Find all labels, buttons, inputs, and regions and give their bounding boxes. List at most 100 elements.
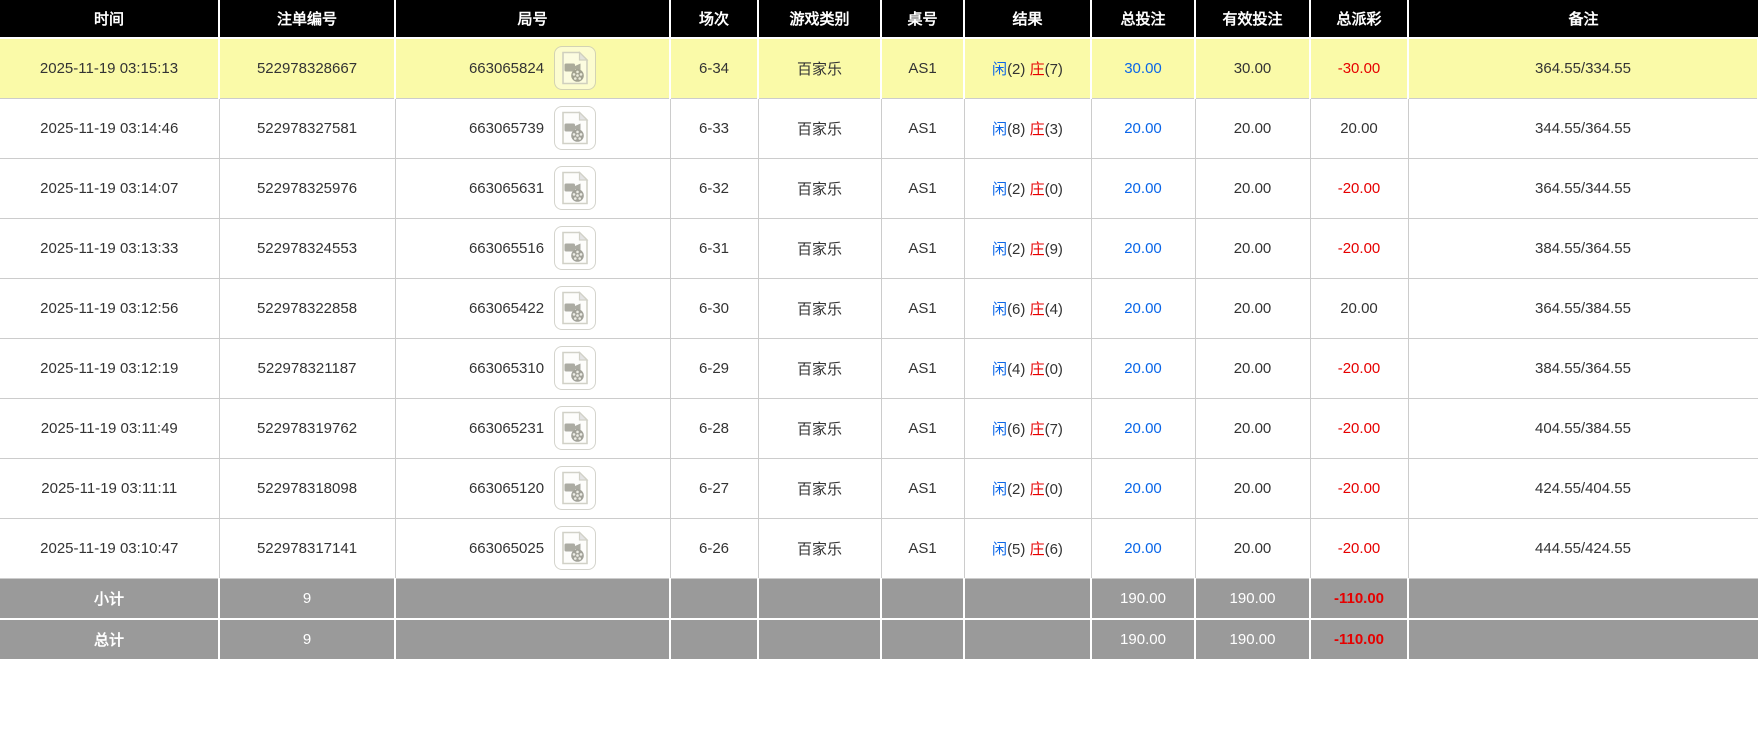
result-player-score: (6) bbox=[1007, 420, 1026, 438]
cell-round-id: 663065824 bbox=[394, 37, 671, 99]
cell-payout: -20.00 bbox=[1309, 457, 1409, 519]
cell-remark: 384.55/364.55 bbox=[1407, 217, 1758, 279]
subtotal-count: 9 bbox=[219, 578, 396, 620]
cell-round-id: 663065422 bbox=[394, 277, 671, 339]
cell-game-type: 百家乐 bbox=[757, 277, 882, 339]
cell-payout: -20.00 bbox=[1309, 157, 1409, 219]
result-player-label: 闲 bbox=[992, 360, 1008, 378]
video-replay-button[interactable] bbox=[554, 106, 597, 150]
cell-game-type: 百家乐 bbox=[757, 157, 882, 219]
cell-valid-bet: 20.00 bbox=[1194, 517, 1311, 579]
video-replay-button[interactable] bbox=[554, 346, 597, 390]
subtotal-empty-cell bbox=[670, 578, 759, 620]
table-row[interactable]: 2025-11-19 03:11:11 522978318098 6630651… bbox=[0, 457, 1758, 519]
subtotal-empty-cell bbox=[1408, 578, 1758, 620]
col-header-total-bet: 总投注 bbox=[1091, 0, 1196, 39]
round-id-text: 663065025 bbox=[468, 539, 545, 557]
result-player-label: 闲 bbox=[992, 420, 1008, 438]
cell-total-bet: 20.00 bbox=[1090, 397, 1196, 459]
cell-result: 闲(6) 庄(7) bbox=[963, 397, 1092, 459]
col-header-round-id: 局号 bbox=[395, 0, 671, 39]
subtotal-empty-cell bbox=[964, 578, 1092, 620]
cell-table-no: AS1 bbox=[880, 457, 965, 519]
result-banker-score: (3) bbox=[1044, 120, 1063, 138]
table-row[interactable]: 2025-11-19 03:14:07 522978325976 6630656… bbox=[0, 157, 1758, 219]
subtotal-payout: -110.00 bbox=[1310, 578, 1409, 620]
cell-time: 2025-11-19 03:11:11 bbox=[0, 457, 220, 519]
cell-bet-id: 522978317141 bbox=[218, 517, 396, 579]
cell-table-no: AS1 bbox=[880, 97, 965, 159]
subtotal-empty-cell bbox=[758, 578, 882, 620]
cell-result: 闲(2) 庄(0) bbox=[963, 457, 1092, 519]
round-id-text: 663065231 bbox=[468, 419, 545, 437]
cell-session: 6-26 bbox=[669, 517, 759, 579]
cell-payout: 20.00 bbox=[1309, 277, 1409, 339]
cell-remark: 364.55/334.55 bbox=[1407, 37, 1758, 99]
video-replay-button[interactable] bbox=[554, 286, 597, 330]
result-banker-label: 庄 bbox=[1029, 480, 1045, 498]
subtotal-row: 小计 9 190.00 190.00 -110.00 bbox=[0, 578, 1758, 620]
video-replay-button[interactable] bbox=[554, 166, 597, 210]
total-label: 总计 bbox=[0, 619, 220, 661]
table-row[interactable]: 2025-11-19 03:13:33 522978324553 6630655… bbox=[0, 217, 1758, 279]
video-replay-button[interactable] bbox=[554, 226, 597, 270]
cell-table-no: AS1 bbox=[880, 277, 965, 339]
cell-remark: 444.55/424.55 bbox=[1407, 517, 1758, 579]
video-file-icon bbox=[562, 171, 589, 205]
total-payout: -110.00 bbox=[1310, 619, 1409, 661]
result-banker-score: (0) bbox=[1044, 360, 1063, 378]
cell-remark: 344.55/364.55 bbox=[1407, 97, 1758, 159]
table-row[interactable]: 2025-11-19 03:11:49 522978319762 6630652… bbox=[0, 397, 1758, 459]
cell-valid-bet: 20.00 bbox=[1194, 337, 1311, 399]
table-row[interactable]: 2025-11-19 03:12:19 522978321187 6630653… bbox=[0, 337, 1758, 399]
video-file-icon bbox=[562, 411, 589, 445]
cell-bet-id: 522978327581 bbox=[218, 97, 396, 159]
cell-round-id: 663065739 bbox=[394, 97, 671, 159]
cell-valid-bet: 20.00 bbox=[1194, 277, 1311, 339]
cell-time: 2025-11-19 03:14:07 bbox=[0, 157, 220, 219]
video-replay-button[interactable] bbox=[554, 526, 597, 570]
table-row[interactable]: 2025-11-19 03:12:56 522978322858 6630654… bbox=[0, 277, 1758, 339]
video-file-icon bbox=[562, 291, 589, 325]
cell-result: 闲(8) 庄(3) bbox=[963, 97, 1092, 159]
result-banker-score: (9) bbox=[1044, 240, 1063, 258]
cell-result: 闲(2) 庄(7) bbox=[963, 37, 1092, 99]
total-empty-cell bbox=[964, 619, 1092, 661]
cell-bet-id: 522978318098 bbox=[218, 457, 396, 519]
result-banker-score: (4) bbox=[1044, 300, 1063, 318]
result-player-label: 闲 bbox=[992, 120, 1008, 138]
total-empty-cell bbox=[395, 619, 671, 661]
video-replay-button[interactable] bbox=[554, 406, 597, 450]
cell-round-id: 663065631 bbox=[394, 157, 671, 219]
col-header-valid-bet: 有效投注 bbox=[1195, 0, 1311, 39]
cell-payout: -20.00 bbox=[1309, 217, 1409, 279]
result-player-score: (5) bbox=[1007, 540, 1026, 558]
table-row[interactable]: 2025-11-19 03:15:13 522978328667 6630658… bbox=[0, 37, 1758, 99]
cell-round-id: 663065025 bbox=[394, 517, 671, 579]
cell-time: 2025-11-19 03:14:46 bbox=[0, 97, 220, 159]
cell-result: 闲(2) 庄(0) bbox=[963, 157, 1092, 219]
round-id-text: 663065631 bbox=[468, 179, 545, 197]
total-empty-cell bbox=[758, 619, 882, 661]
cell-valid-bet: 20.00 bbox=[1194, 457, 1311, 519]
result-player-score: (6) bbox=[1007, 300, 1026, 318]
video-replay-button[interactable] bbox=[554, 46, 597, 91]
video-replay-button[interactable] bbox=[554, 466, 597, 510]
subtotal-label: 小计 bbox=[0, 578, 220, 620]
table-body: 2025-11-19 03:15:13 522978328667 6630658… bbox=[0, 37, 1758, 579]
result-player-score: (2) bbox=[1007, 240, 1026, 258]
col-header-session: 场次 bbox=[670, 0, 759, 39]
col-header-remark: 备注 bbox=[1408, 0, 1758, 39]
table-row[interactable]: 2025-11-19 03:10:47 522978317141 6630650… bbox=[0, 517, 1758, 579]
result-banker-label: 庄 bbox=[1029, 240, 1045, 258]
round-id-text: 663065516 bbox=[468, 239, 545, 257]
table-row[interactable]: 2025-11-19 03:14:46 522978327581 6630657… bbox=[0, 97, 1758, 159]
cell-table-no: AS1 bbox=[880, 517, 965, 579]
cell-payout: -30.00 bbox=[1309, 37, 1409, 99]
video-file-icon bbox=[562, 531, 589, 565]
cell-valid-bet: 20.00 bbox=[1194, 397, 1311, 459]
cell-payout: 20.00 bbox=[1309, 97, 1409, 159]
result-player-label: 闲 bbox=[992, 240, 1008, 258]
cell-total-bet: 20.00 bbox=[1090, 457, 1196, 519]
cell-session: 6-33 bbox=[669, 97, 759, 159]
